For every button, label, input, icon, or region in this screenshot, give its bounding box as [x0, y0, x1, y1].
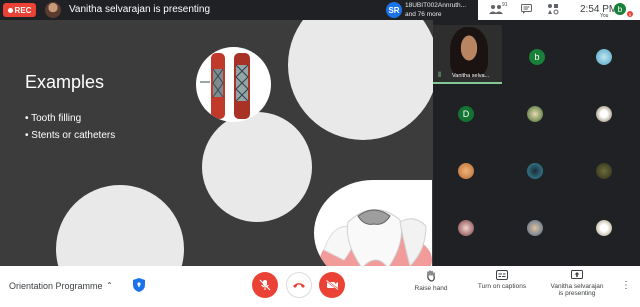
participant-tile[interactable]	[527, 220, 543, 236]
presenter-tile[interactable]: ⦀ Vanitha selva...	[433, 25, 502, 84]
mic-off-icon	[259, 279, 271, 291]
participant-tile[interactable]	[527, 163, 543, 179]
participant-tile-b[interactable]: b	[529, 49, 545, 65]
people-count: 91	[502, 2, 508, 8]
captions-icon	[496, 270, 508, 280]
participant-tile[interactable]	[596, 49, 612, 65]
notification-badge: 5	[627, 11, 633, 17]
presenter-video	[450, 27, 488, 77]
slide-bullets: Tooth filling Stents or catheters	[25, 110, 115, 144]
raise-hand-button[interactable]: Raise hand	[410, 270, 452, 292]
more-options-icon[interactable]: ⋮	[621, 280, 631, 291]
captions-button[interactable]: Turn on captions	[474, 270, 530, 290]
camera-off-button[interactable]	[319, 272, 345, 298]
participant-tile-d[interactable]: D	[458, 106, 474, 122]
participant-tile[interactable]	[458, 163, 474, 179]
presenter-avatar	[45, 2, 61, 18]
hang-up-icon	[293, 283, 305, 288]
participant-tile[interactable]	[458, 220, 474, 236]
tooth-filling-illustration	[314, 180, 432, 266]
mic-off-button[interactable]	[252, 272, 278, 298]
recording-badge: REC	[3, 3, 36, 17]
self-label: You	[600, 13, 609, 19]
decor-circle	[56, 185, 184, 266]
participant-tile[interactable]	[596, 163, 612, 179]
chevron-up-icon[interactable]: ⌃	[106, 281, 113, 290]
slide-title: Examples	[25, 72, 105, 92]
captions-label: Turn on captions	[477, 283, 527, 290]
presentation-slide: Examples Tooth filling Stents or cathete…	[0, 20, 433, 266]
raise-hand-label: Raise hand	[414, 285, 448, 292]
participant-avatar: SR	[386, 2, 402, 18]
bullet-item: Tooth filling	[25, 110, 115, 127]
clock: 2:54 PM	[580, 4, 618, 15]
presenter-tile-name: Vanitha selva...	[452, 73, 490, 79]
shield-icon[interactable]	[133, 278, 145, 292]
participant-summary-more: and 76 more	[405, 11, 442, 18]
chat-icon[interactable]	[521, 4, 532, 14]
participant-tile[interactable]	[527, 106, 543, 122]
presenting-label-line2: is presenting	[558, 290, 596, 297]
recording-label: REC	[14, 5, 32, 15]
people-icon[interactable]	[489, 4, 503, 14]
leave-call-button[interactable]	[286, 272, 312, 298]
participant-summary[interactable]: 18UBIT002Annruth... and 76 more	[405, 1, 466, 19]
self-avatar[interactable]: b	[614, 3, 626, 15]
decor-circle	[288, 20, 433, 140]
meeting-name[interactable]: Orientation Programme	[9, 281, 103, 291]
presenter-status: Vanitha selvarajan is presenting	[69, 4, 211, 15]
hand-icon	[427, 270, 435, 282]
activities-icon[interactable]	[547, 3, 559, 15]
participant-summary-name: 18UBIT002Annruth...	[405, 2, 467, 9]
decor-circle	[202, 112, 312, 222]
presenting-button[interactable]: Vanitha selvarajan is presenting	[546, 270, 608, 297]
speaking-icon: ⦀	[438, 72, 442, 79]
participant-tile[interactable]	[596, 106, 612, 122]
bullet-item: Stents or catheters	[25, 127, 115, 144]
record-dot-icon	[7, 7, 13, 13]
participant-tile[interactable]	[596, 220, 612, 236]
stent-illustration	[196, 47, 271, 122]
presenting-label-line1: Vanitha selvarajan	[550, 283, 604, 290]
present-screen-icon	[571, 270, 583, 279]
camera-off-icon	[325, 280, 339, 290]
